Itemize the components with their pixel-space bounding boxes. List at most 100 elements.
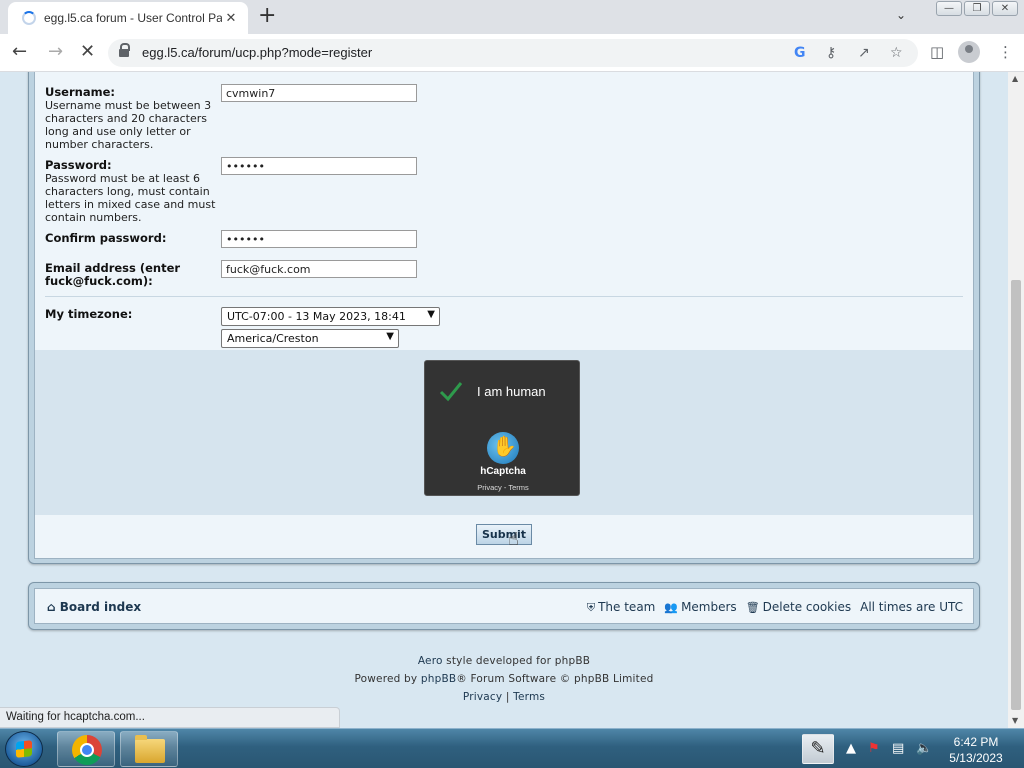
network-icon[interactable]: ▤ [892,741,904,756]
taskbar-chrome-button[interactable] [57,731,115,767]
username-label-group: Username: Username must be between 3 cha… [45,85,217,152]
tab-close-icon[interactable]: ✕ [222,11,240,26]
confirm-password-label: Confirm password: [45,231,167,245]
tab-title: egg.l5.ca forum - User Control Pa [44,11,222,25]
registration-panel: Username: Username must be between 3 cha… [28,72,980,564]
timezone-zone-select[interactable]: America/Creston ▼ [221,329,399,348]
status-bubble: Waiting for hcaptcha.com... [0,707,340,728]
chevron-down-icon: ▼ [427,309,435,320]
system-clock[interactable]: 6:42 PM 5/13/2023 [938,734,1014,766]
key-icon[interactable]: ⚷ [826,45,836,61]
pen-input-icon[interactable]: ✎ [802,734,834,764]
delete-cookies-label: Delete cookies [762,600,852,614]
taskbar: ✎ ▲ ⚑ ▤ 🔈 6:42 PM 5/13/2023 [0,728,1024,768]
board-index-label: Board index [59,600,142,614]
captcha-section: I am human hCaptcha Privacy - Terms [35,350,973,515]
browser-toolbar: ← → ✕ egg.l5.ca/forum/ucp.php?mode=regis… [0,34,1024,72]
profile-avatar[interactable] [958,41,980,63]
hcaptcha-logo-icon [487,432,519,464]
chevron-down-icon: ▼ [386,331,394,342]
scrollbar-thumb[interactable] [1011,280,1021,710]
trash-icon: 🗑 [745,601,760,614]
the-team-link[interactable]: ⛨ The team [587,600,656,615]
username-label: Username: [45,85,115,99]
minimize-button[interactable]: — [936,1,962,16]
new-tab-button[interactable]: + [258,5,276,27]
footer-powered-by: Powered by phpBB® Forum Software © phpBB… [0,673,1008,685]
action-center-flag-icon[interactable]: ⚑ [868,741,880,756]
submit-button[interactable]: Submit [476,524,532,545]
captcha-checkbox-label: I am human [477,384,546,399]
maximize-button[interactable]: ❐ [964,1,990,16]
clock-date: 5/13/2023 [949,751,1003,765]
volume-icon[interactable]: 🔈 [916,741,932,756]
email-input[interactable]: fuck@fuck.com [221,260,417,278]
password-input[interactable]: •••••• [221,157,417,175]
timezone-zone-value: America/Creston [227,332,319,345]
footer-navbar-inner: ⌂ Board index ⛨ The team 👥 Members 🗑 Delete… [34,588,974,624]
url-text[interactable]: egg.l5.ca/forum/ucp.php?mode=register [142,45,372,60]
registration-form: Username: Username must be between 3 cha… [35,72,973,350]
scroll-up-arrow-icon[interactable]: ▲ [1012,74,1018,83]
users-icon: 👥 [664,601,679,614]
submit-section: Submit ☝ [35,515,973,558]
kebab-menu-icon[interactable]: ⋮ [998,43,1013,61]
confirm-password-label-group: Confirm password: [45,232,166,245]
members-label: Members [681,600,737,614]
footer-nav-links: ⛨ The team 👥 Members 🗑 Delete cookies All t… [587,600,963,615]
email-label: Email address (enter fuck@fuck.com): [45,261,181,288]
forum-software-text: ® Forum Software © phpBB Limited [456,673,654,685]
timezone-note: All times are UTC [860,600,963,614]
scroll-down-arrow-icon[interactable]: ▼ [1012,716,1018,725]
captcha-brand: hCaptcha [480,466,526,477]
delete-cookies-link[interactable]: 🗑 Delete cookies [746,600,851,615]
share-icon[interactable]: ↗ [858,45,870,61]
registration-panel-inner: Username: Username must be between 3 cha… [34,72,974,559]
form-divider [45,296,963,297]
timezone-label: My timezone: [45,307,133,321]
email-label-group: Email address (enter fuck@fuck.com): [45,262,195,288]
forward-arrow-icon[interactable]: → [48,42,63,62]
back-arrow-icon[interactable]: ← [12,42,27,62]
captcha-links[interactable]: Privacy - Terms [425,483,581,492]
browser-tab[interactable]: egg.l5.ca forum - User Control Pa ✕ [8,2,248,34]
stop-loading-icon[interactable]: ✕ [80,42,95,62]
hcaptcha-widget[interactable]: I am human hCaptcha Privacy - Terms [424,360,580,496]
start-button[interactable] [5,731,43,767]
loading-spinner-icon [22,11,36,25]
vertical-scrollbar[interactable]: ▲ ▼ [1008,72,1024,728]
powered-by-text: Powered by [354,673,421,685]
aero-style-link[interactable]: Aero [418,655,443,667]
window-controls: — ❐ ✕ [936,1,1018,16]
timezone-offset-select[interactable]: UTC-07:00 - 13 May 2023, 18:41 ▼ [221,307,440,326]
tray-expand-icon[interactable]: ▲ [846,741,856,756]
tab-search-chevron-icon[interactable]: ⌄ [896,8,906,22]
lock-icon[interactable] [119,43,130,58]
privacy-link[interactable]: Privacy [463,691,502,703]
page-content: Username: Username must be between 3 cha… [0,72,1008,728]
address-bar[interactable]: egg.l5.ca/forum/ucp.php?mode=register G … [108,39,918,67]
taskbar-explorer-button[interactable] [120,731,178,767]
username-input[interactable]: cvmwin7 [221,84,417,102]
username-hint: Username must be between 3 characters an… [45,99,212,151]
home-icon: ⌂ [47,600,56,614]
phpbb-link[interactable]: phpBB [421,673,456,685]
confirm-password-input[interactable]: •••••• [221,230,417,248]
board-index-link[interactable]: ⌂ Board index [47,600,141,614]
footer-legal-links: Privacy | Terms [0,691,1008,703]
side-panel-icon[interactable]: ◫ [930,43,944,61]
tab-strip: egg.l5.ca forum - User Control Pa ✕ + ⌄ … [0,0,1024,34]
close-window-button[interactable]: ✕ [992,1,1018,16]
bookmark-star-icon[interactable]: ☆ [890,45,903,61]
the-team-label: The team [598,600,656,614]
checkmark-icon [439,382,463,402]
style-credit-text: style developed for phpBB [442,655,591,667]
members-link[interactable]: 👥 Members [664,600,736,615]
google-translate-icon[interactable]: G [794,45,806,61]
timezone-offset-value: UTC-07:00 - 13 May 2023, 18:41 [227,310,406,323]
terms-link[interactable]: Terms [513,691,545,703]
clock-time: 6:42 PM [953,735,999,749]
password-hint: Password must be at least 6 characters l… [45,172,216,224]
password-label-group: Password: Password must be at least 6 ch… [45,158,217,225]
password-label: Password: [45,158,112,172]
